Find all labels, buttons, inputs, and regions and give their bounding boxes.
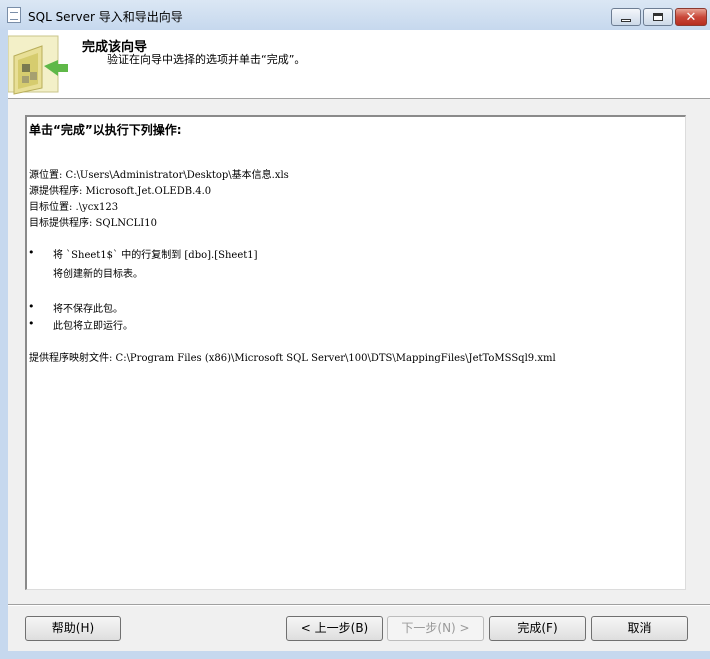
help-button[interactable]: 帮助(H): [25, 616, 121, 641]
back-button[interactable]: < 上一步(B): [286, 616, 383, 641]
wizard-folder-icon: [8, 35, 68, 95]
close-icon: ✕: [685, 9, 697, 25]
cancel-button[interactable]: 取消: [591, 616, 688, 641]
copy-action: 将 `Sheet1$` 中的行复制到 [dbo].[Sheet1]: [53, 250, 258, 261]
target-provider: 目标提供程序: SQLNCLI10: [29, 218, 157, 229]
mapping-file: 提供程序映射文件: C:\Program Files (x86)\Microso…: [29, 353, 556, 364]
bullet-icon: •: [28, 246, 35, 259]
bullet-icon: •: [28, 317, 35, 330]
source-provider: 源提供程序: Microsoft.Jet.OLEDB.4.0: [29, 186, 212, 197]
finish-button[interactable]: 完成(F): [489, 616, 586, 641]
run-now-note: 此包将立即运行。: [53, 321, 133, 332]
page-subtitle: 验证在向导中选择的选项并单击“完成”。: [107, 53, 306, 66]
application-icon: [7, 7, 21, 23]
summary-heading: 单击“完成”以执行下列操作:: [29, 123, 182, 137]
next-button[interactable]: 下一步(N) >: [387, 616, 484, 641]
source-location: 源位置: C:\Users\Administrator\Desktop\基本信息…: [29, 170, 289, 181]
copy-note: 将创建新的目标表。: [53, 269, 143, 280]
not-save-note: 将不保存此包。: [53, 304, 123, 315]
minimize-button[interactable]: [611, 8, 641, 26]
bullet-icon: •: [28, 300, 35, 313]
window-title: SQL Server 导入和导出向导: [28, 10, 183, 24]
target-location: 目标位置: .\ycx123: [29, 202, 119, 213]
window-frame-left: [0, 30, 8, 651]
close-button[interactable]: ✕: [675, 8, 707, 26]
summary-textbox[interactable]: 单击“完成”以执行下列操作: 源位置: C:\Users\Administrat…: [25, 115, 686, 590]
maximize-icon: [653, 13, 663, 21]
wizard-header: 完成该向导 验证在向导中选择的选项并单击“完成”。: [8, 30, 710, 99]
window-frame-bottom: [0, 651, 710, 659]
maximize-button[interactable]: [643, 8, 673, 26]
title-bar: SQL Server 导入和导出向导 ✕: [0, 0, 710, 30]
minimize-icon: [621, 18, 631, 22]
